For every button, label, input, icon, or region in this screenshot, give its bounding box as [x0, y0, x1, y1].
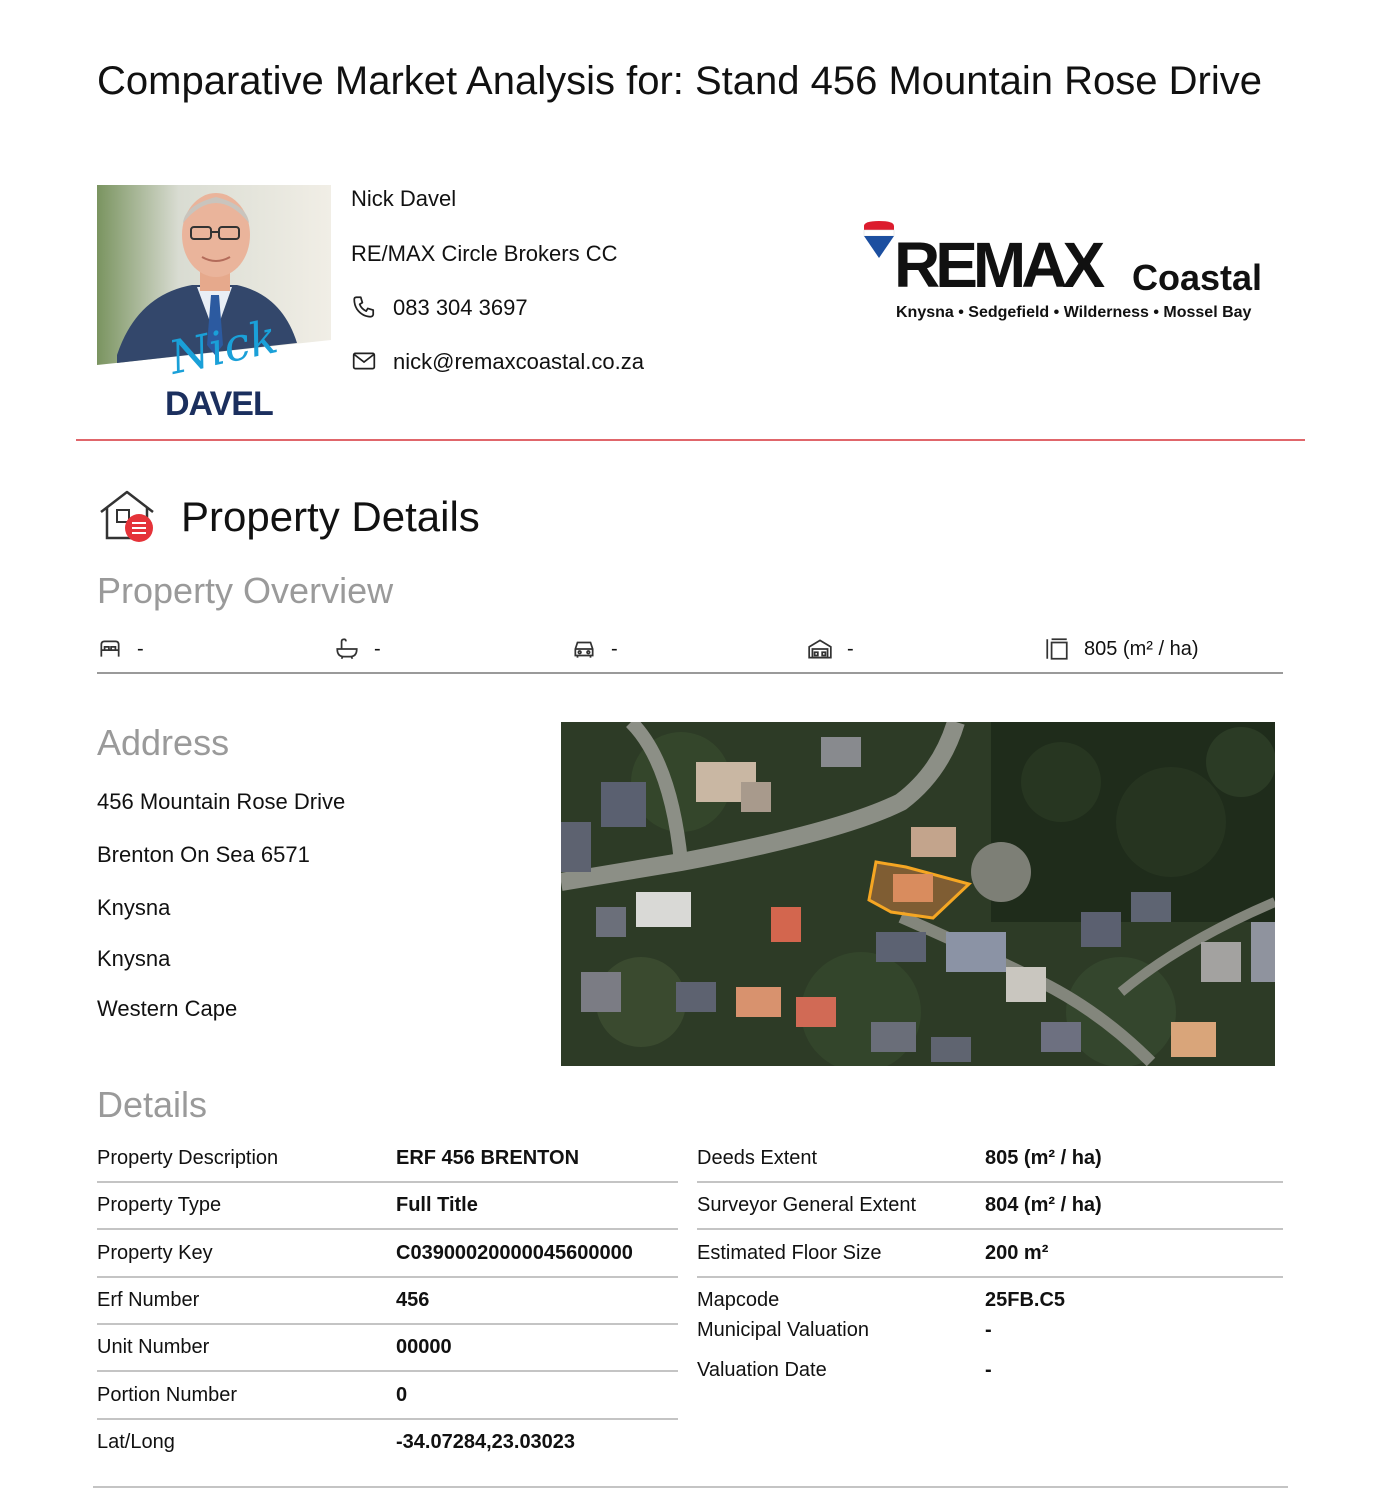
- bed-icon: [100, 640, 120, 657]
- address-line: Knysna: [97, 946, 171, 971]
- overview-bathrooms-value: -: [374, 637, 381, 660]
- detail-value: 805 (m² / ha): [985, 1147, 1102, 1169]
- detail-label: Surveyor General Extent: [697, 1194, 916, 1216]
- row-divider: [97, 1276, 678, 1278]
- balloon-icon: [863, 221, 895, 258]
- detail-value: Full Title: [396, 1194, 478, 1216]
- detail-label: Erf Number: [97, 1289, 200, 1311]
- subsection-title-overview: Property Overview: [97, 570, 394, 611]
- detail-value: C03900020000045600000: [396, 1242, 633, 1264]
- detail-label: Estimated Floor Size: [697, 1242, 882, 1264]
- detail-label: Lat/Long: [97, 1431, 175, 1453]
- row-divider: [97, 1323, 678, 1325]
- detail-value: 25FB.C5: [985, 1289, 1066, 1311]
- detail-value: 0: [396, 1384, 408, 1406]
- mail-icon: [351, 348, 377, 374]
- logo-tagline: Knysna • Sedgefield • Wilderness • Mosse…: [896, 304, 1252, 321]
- detail-value: 804 (m² / ha): [985, 1194, 1102, 1216]
- row-divider: [97, 1370, 678, 1372]
- overview-divider: [97, 672, 1283, 674]
- detail-label: Property Description: [97, 1147, 279, 1169]
- detail-value: 200 m²: [985, 1242, 1049, 1264]
- agent-company: RE/MAX Circle Brokers CC: [351, 241, 618, 266]
- detail-label: Unit Number: [97, 1336, 210, 1358]
- overview-erf-size-value: 805 (m² / ha): [1084, 637, 1199, 660]
- overview-parking: -: [571, 634, 618, 664]
- overview-erf-size: 805 (m² / ha): [1044, 634, 1198, 664]
- row-divider: [697, 1276, 1283, 1278]
- remax-logo: REMAX Coastal Knysna • Sedgefield • Wild…: [862, 220, 1282, 330]
- section-title-property-details: Property Details: [181, 493, 480, 540]
- row-divider: [697, 1228, 1283, 1230]
- detail-label: Mapcode: [697, 1289, 780, 1311]
- detail-value: -: [985, 1319, 992, 1341]
- overview-bathrooms: -: [334, 634, 381, 664]
- detail-label: Municipal Valuation: [697, 1319, 869, 1341]
- overview-garages: -: [807, 634, 854, 664]
- logo-region: Coastal: [1132, 257, 1263, 298]
- detail-label: Valuation Date: [697, 1359, 827, 1381]
- detail-label: Property Type: [97, 1194, 222, 1216]
- agent-email[interactable]: nick@remaxcoastal.co.za: [393, 349, 644, 375]
- detail-value: ERF 456 BRENTON: [396, 1147, 580, 1169]
- subsection-title-details: Details: [97, 1084, 208, 1125]
- subsection-title-address: Address: [97, 722, 230, 763]
- overview-parking-value: -: [611, 637, 618, 660]
- garage-icon: [808, 639, 832, 659]
- bath-icon: [336, 638, 358, 660]
- row-divider: [97, 1181, 678, 1183]
- detail-value: -: [985, 1359, 992, 1381]
- row-divider: [97, 1418, 678, 1420]
- address-line: Western Cape: [97, 996, 238, 1021]
- address-line: Brenton On Sea 6571: [97, 842, 310, 867]
- detail-label: Deeds Extent: [697, 1147, 818, 1169]
- agent-surname-banner: DAVEL: [165, 385, 274, 423]
- area-icon: [1046, 638, 1068, 660]
- house-list-icon: [97, 488, 159, 546]
- detail-label: Portion Number: [97, 1384, 238, 1406]
- row-divider: [97, 1228, 678, 1230]
- car-icon: [574, 641, 594, 658]
- agent-name: Nick Davel: [351, 186, 457, 211]
- detail-value: -34.07284,23.03023: [396, 1431, 576, 1453]
- phone-icon: [351, 294, 377, 320]
- overview-garages-value: -: [847, 637, 854, 660]
- overview-bedrooms-value: -: [137, 637, 144, 660]
- header-divider: [76, 439, 1305, 441]
- detail-value: 456: [396, 1289, 430, 1311]
- agent-phone[interactable]: 083 304 3697: [393, 295, 528, 321]
- detail-value: 00000: [396, 1336, 452, 1358]
- row-divider: [697, 1181, 1283, 1183]
- detail-label: Property Key: [97, 1242, 213, 1264]
- footer-divider: [93, 1486, 1288, 1488]
- aerial-map[interactable]: [561, 722, 1275, 1066]
- page-title: Comparative Market Analysis for: Stand 4…: [97, 59, 1262, 103]
- address-line: Knysna: [97, 895, 171, 920]
- address-line: 456 Mountain Rose Drive: [97, 789, 346, 814]
- overview-bedrooms: -: [97, 634, 144, 664]
- agent-photo: Nick DAVEL: [97, 185, 331, 425]
- logo-brand: REMAX: [894, 229, 1105, 301]
